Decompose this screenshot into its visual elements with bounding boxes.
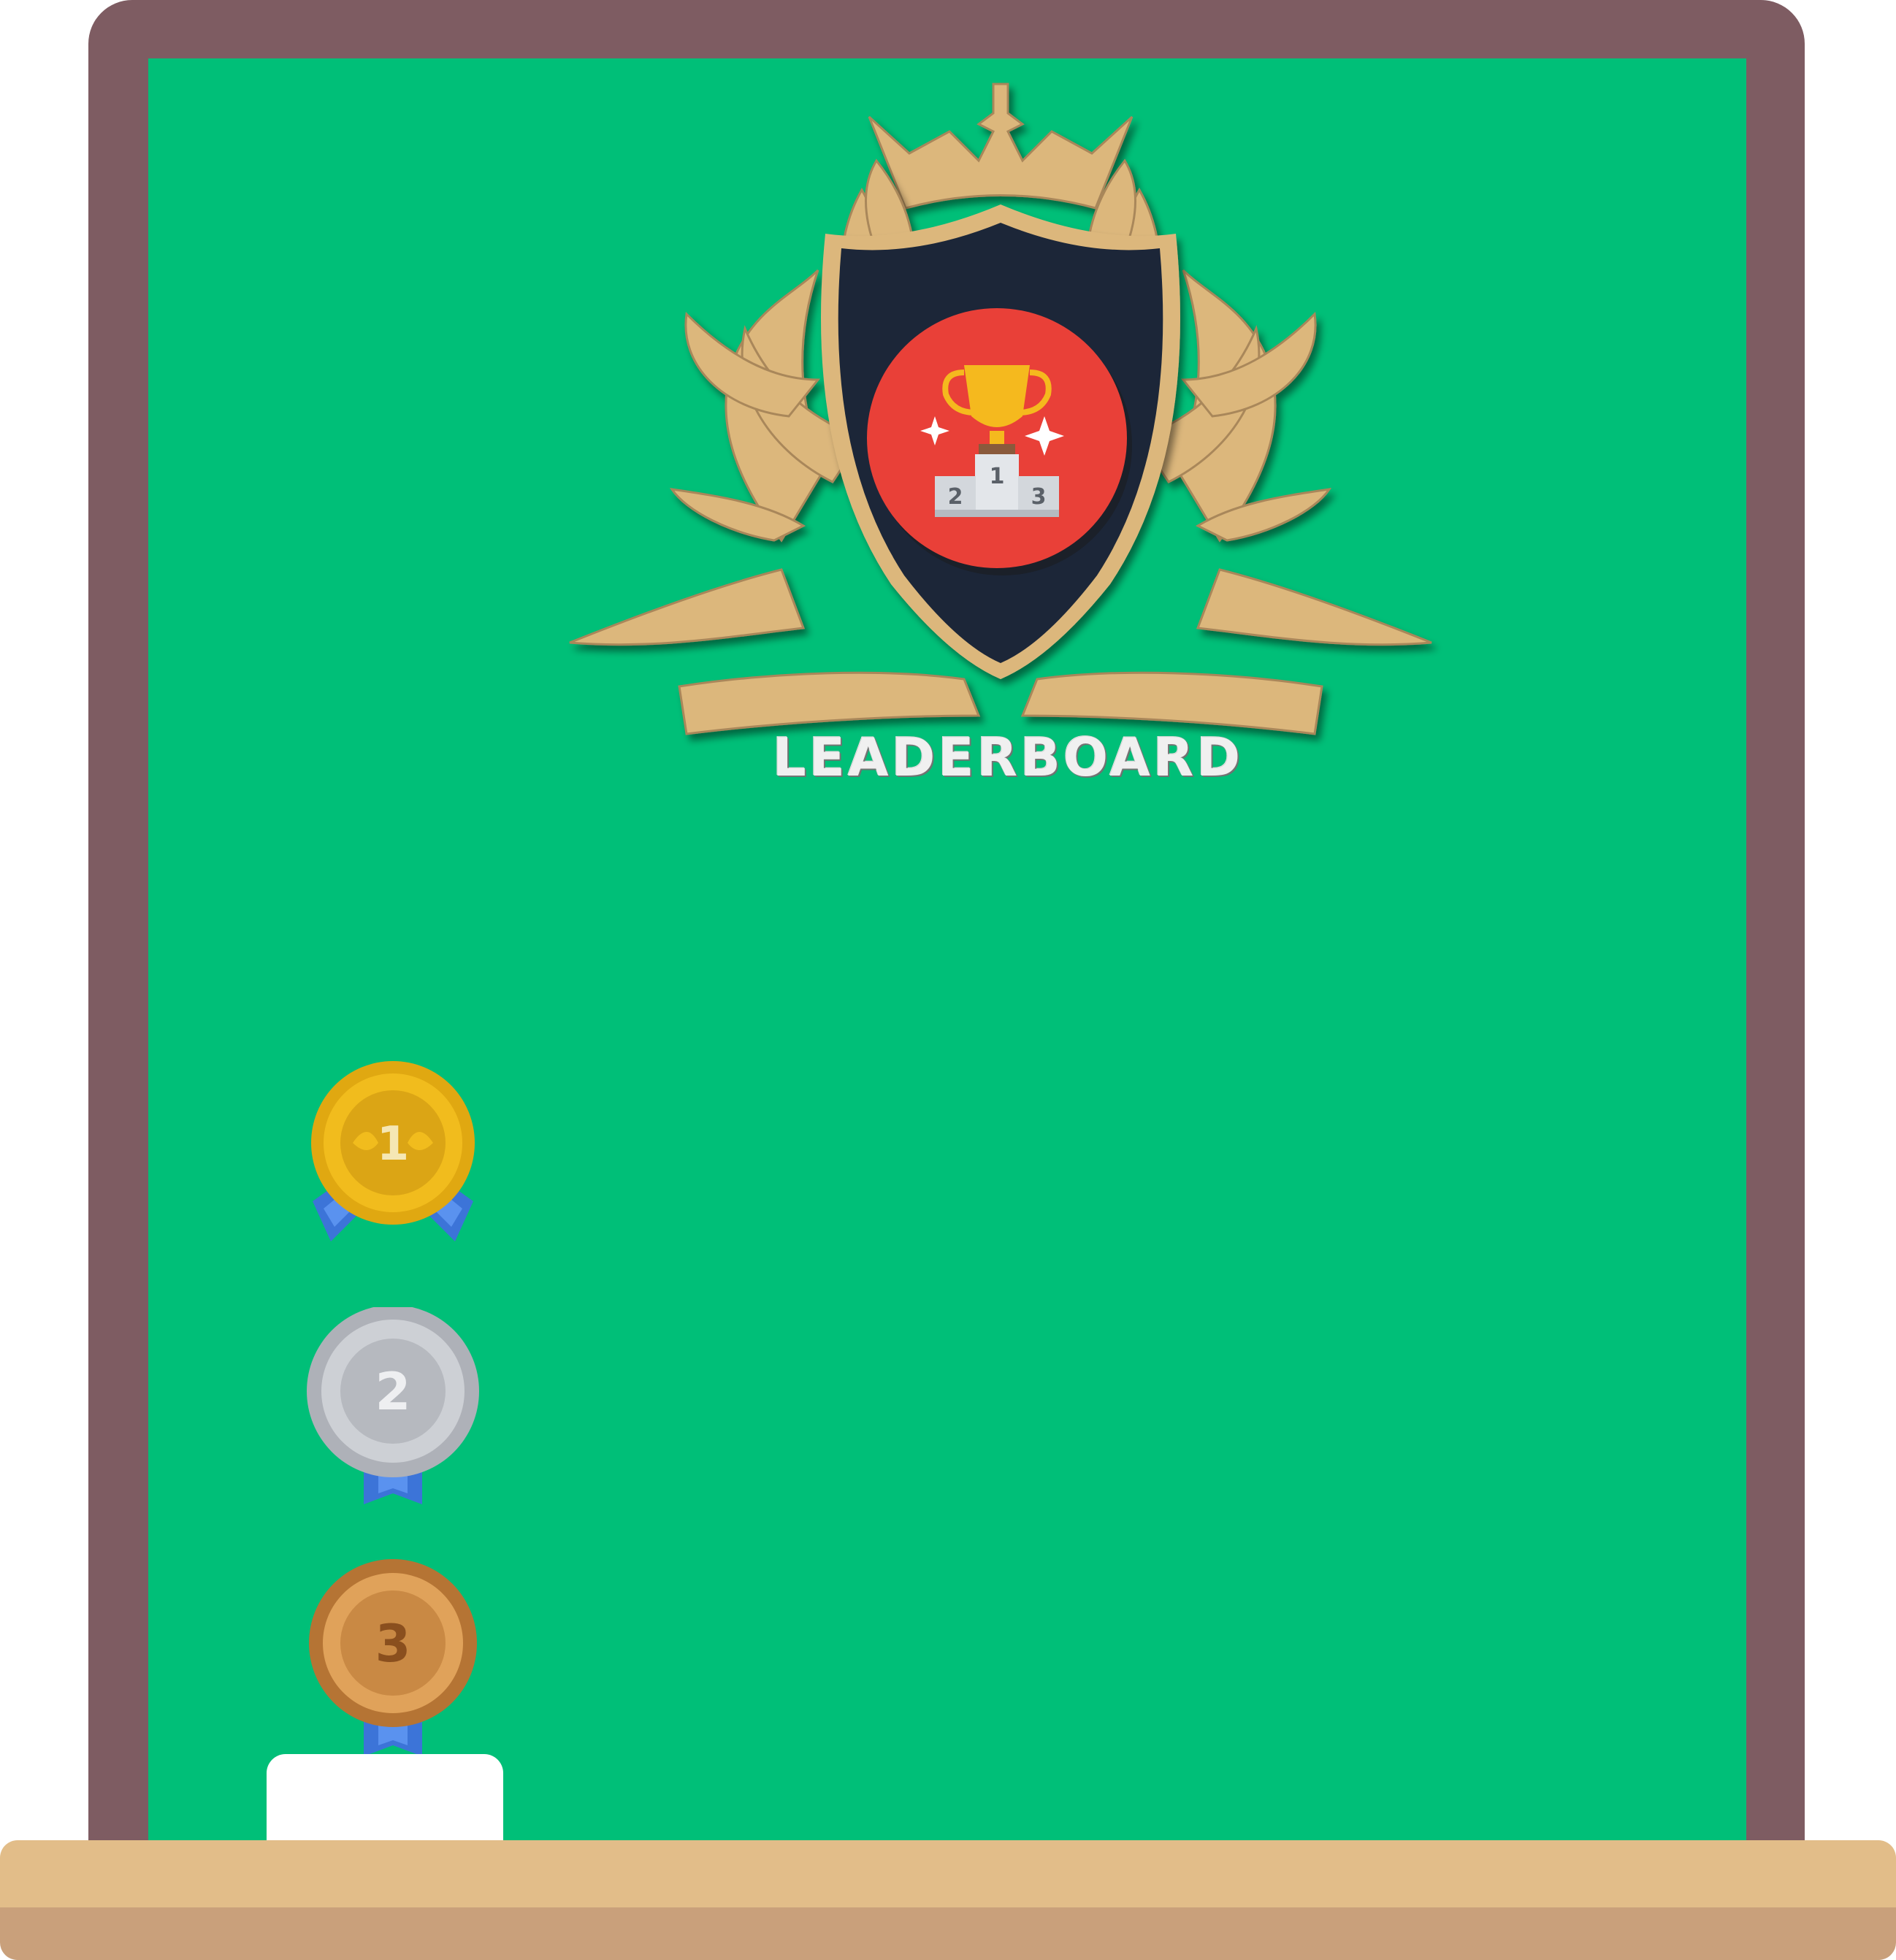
medal-rank-1: 1 <box>377 1117 410 1171</box>
medal-rank-3: 3 <box>375 1614 411 1674</box>
podium-number-1: 1 <box>990 464 1005 489</box>
leaderboard-screen: 2 1 3 LEADERBOARD 1 2 3 <box>0 0 1896 1960</box>
leaderboard-crest: 2 1 3 <box>555 73 1446 825</box>
medal-rank-2: 2 <box>375 1362 411 1422</box>
chalk-eraser <box>267 1754 503 1845</box>
chalk-ledge <box>0 1840 1896 1960</box>
crown-icon <box>868 83 1134 210</box>
podium-number-3: 3 <box>1031 484 1047 510</box>
podium-number-2: 2 <box>948 484 963 510</box>
leaderboard-title: LEADERBOARD <box>772 727 1244 788</box>
silver-medal-icon: 2 <box>283 1307 502 1526</box>
gold-medal-icon: 1 <box>283 1055 502 1274</box>
bronze-medal-icon: 3 <box>283 1559 502 1778</box>
